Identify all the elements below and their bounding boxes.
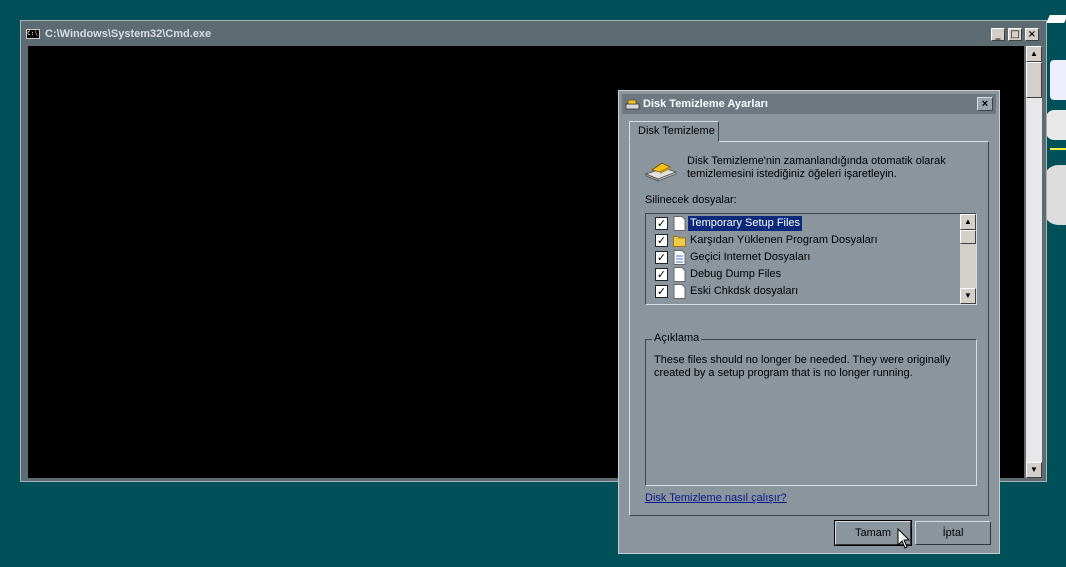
checkbox[interactable]: ✓ xyxy=(655,268,668,281)
maximize-button[interactable]: □ xyxy=(1008,28,1022,41)
description-legend: Açıklama xyxy=(652,332,702,344)
tab-panel: Disk Temizleme'nin zamanlandığında otoma… xyxy=(629,141,989,516)
console-vertical-scrollbar[interactable]: ▲ ▼ xyxy=(1026,46,1042,478)
files-to-delete-list[interactable]: ✓ Temporary Setup Files ✓ Karşıdan Yükle… xyxy=(645,213,977,305)
list-item[interactable]: ✓ Debug Dump Files xyxy=(648,266,958,283)
dialog-title: Disk Temizleme Ayarları xyxy=(643,98,768,110)
disk-cleanup-settings-dialog[interactable]: Disk Temizleme Ayarları × Disk Temizleme… xyxy=(618,90,1000,554)
list-item[interactable]: ✓ Eski Chkdsk dosyaları xyxy=(648,283,958,300)
scroll-thumb[interactable] xyxy=(1026,62,1042,98)
document-icon xyxy=(673,250,686,265)
description-text: These files should no longer be needed. … xyxy=(654,354,951,379)
how-disk-cleanup-works-link[interactable]: Disk Temizleme nasıl çalışır? xyxy=(645,492,787,504)
dialog-title-bar[interactable]: Disk Temizleme Ayarları × xyxy=(622,94,996,114)
checkbox[interactable]: ✓ xyxy=(655,285,668,298)
files-to-delete-label: Silinecek dosyalar: xyxy=(645,194,737,206)
scroll-down-arrow-icon[interactable]: ▼ xyxy=(1026,462,1042,478)
list-item-label: Temporary Setup Files xyxy=(688,216,803,231)
tab-disk-cleanup[interactable]: Disk Temizleme xyxy=(629,121,719,142)
scroll-up-arrow-icon[interactable]: ▲ xyxy=(960,214,976,230)
cmd-title-bar[interactable]: C:\ C:\Windows\System32\Cmd.exe _ □ × xyxy=(24,24,1043,44)
cancel-button[interactable]: İptal xyxy=(915,521,991,545)
blank-file-icon xyxy=(673,284,686,299)
close-button[interactable]: × xyxy=(1025,28,1039,41)
checkbox[interactable]: ✓ xyxy=(655,251,668,264)
disk-cleanup-icon xyxy=(644,162,678,182)
list-item[interactable]: ✓ Temporary Setup Files xyxy=(648,215,958,232)
checkbox[interactable]: ✓ xyxy=(655,217,668,230)
list-item-label: Debug Dump Files xyxy=(690,268,782,280)
disk-cleanup-icon xyxy=(625,99,640,110)
mouse-pointer-icon xyxy=(897,528,911,549)
scroll-thumb[interactable] xyxy=(960,230,976,244)
intro-text: Disk Temizleme'nin zamanlandığında otoma… xyxy=(687,155,946,180)
scroll-down-arrow-icon[interactable]: ▼ xyxy=(960,288,976,304)
list-vertical-scrollbar[interactable]: ▲ ▼ xyxy=(960,214,976,304)
scroll-up-arrow-icon[interactable]: ▲ xyxy=(1026,46,1042,62)
blank-file-icon xyxy=(673,267,686,282)
blank-file-icon xyxy=(673,216,686,231)
description-group: Açıklama These files should no longer be… xyxy=(645,332,977,486)
console-icon: C:\ xyxy=(26,29,40,39)
list-item-label: Eski Chkdsk dosyaları xyxy=(690,285,799,297)
folder-icon xyxy=(673,236,686,247)
list-item-label: Karşıdan Yüklenen Program Dosyaları xyxy=(690,234,878,246)
checkbox[interactable]: ✓ xyxy=(655,234,668,247)
list-item-label: Geçici Internet Dosyaları xyxy=(690,251,811,263)
minimize-button[interactable]: _ xyxy=(991,28,1005,41)
list-item[interactable]: ✓ Geçici Internet Dosyaları xyxy=(648,249,958,266)
cmd-window-title: C:\Windows\System32\Cmd.exe xyxy=(45,28,212,40)
dialog-close-button[interactable]: × xyxy=(977,97,993,111)
list-item[interactable]: ✓ Karşıdan Yüklenen Program Dosyaları xyxy=(648,232,958,249)
